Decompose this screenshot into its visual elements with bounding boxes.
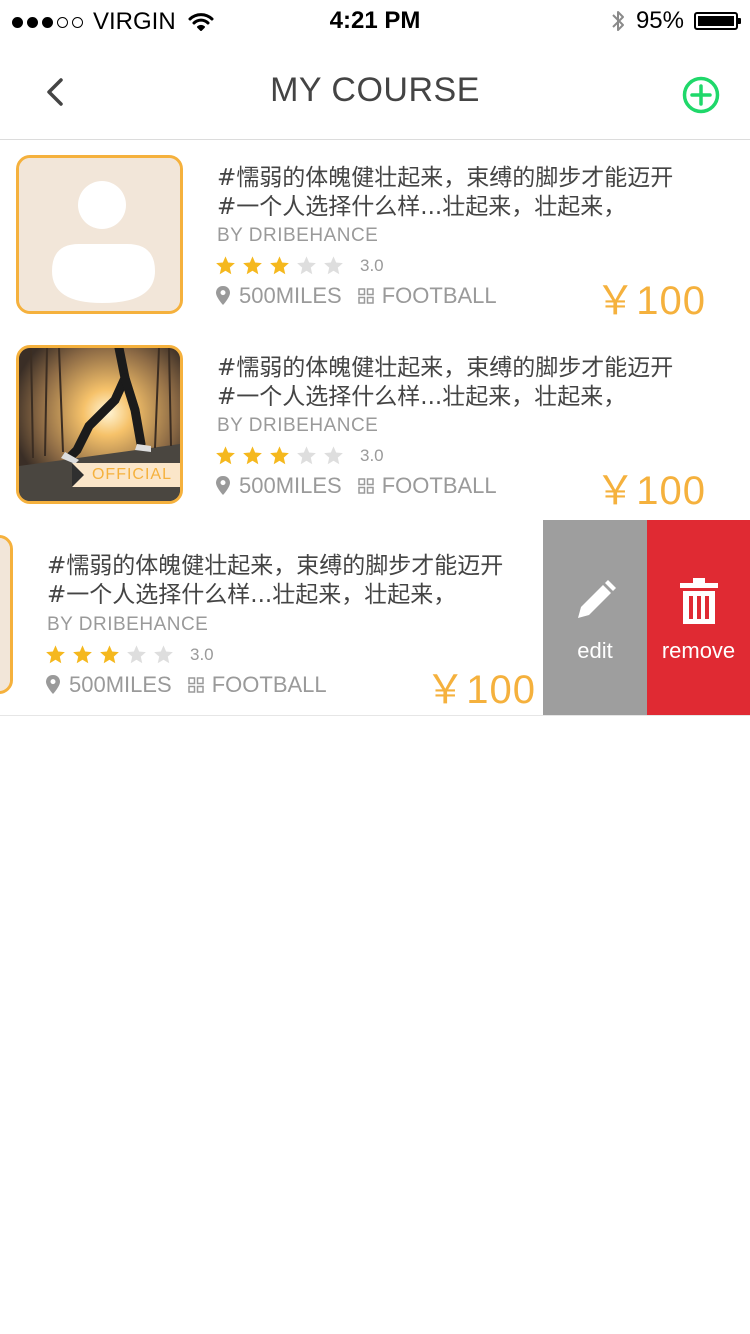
star-rating: 3.0 [215, 255, 384, 276]
status-bar: VIRGIN 4:21 PM 95% [0, 0, 750, 44]
star-empty-icon [297, 446, 316, 465]
avatar-placeholder [0, 535, 13, 694]
remove-label: remove [661, 638, 736, 663]
star-filled-icon [243, 256, 262, 275]
star-empty-icon [154, 645, 173, 664]
edit-label: edit [577, 638, 613, 663]
star-empty-icon [324, 256, 343, 275]
course-price: ￥100 [595, 469, 706, 513]
official-badge: OFFICIAL [71, 463, 180, 487]
status-right: 95% [610, 7, 741, 35]
page-title: MY COURSE [270, 71, 480, 109]
runner-photo: OFFICIAL [16, 345, 183, 504]
location-pin-icon [46, 675, 60, 694]
course-description: #懦弱的体魄健壮起来，束缚的脚步才能迈开 #一个人选择什么样...壮起来，壮起来… [217, 164, 737, 222]
course-price: ￥100 [595, 279, 706, 323]
course-category: FOOTBALL [211, 672, 327, 697]
location-pin-icon [216, 286, 230, 305]
battery-icon [694, 12, 741, 30]
star-filled-icon [100, 645, 119, 664]
star-rating: 3.0 [215, 445, 384, 466]
course-description: #懦弱的体魄健壮起来，束缚的脚步才能迈开 #一个人选择什么样...壮起来，壮起来… [217, 354, 737, 412]
grid-icon [357, 288, 374, 304]
plus-circle-icon[interactable] [682, 76, 720, 114]
grid-icon [357, 478, 374, 494]
course-meta: 500MILES FOOTBALL [215, 283, 497, 309]
description-line: #懦弱的体魄健壮起来，束缚的脚步才能迈开 [217, 355, 674, 381]
course-price: ￥100 [425, 668, 536, 712]
course-meta: 500MILES FOOTBALL [215, 473, 497, 499]
course-author: BY DRIBEHANCE [217, 225, 379, 246]
course-category: FOOTBALL [381, 283, 497, 308]
course-category: FOOTBALL [381, 473, 497, 498]
pencil-icon [578, 580, 616, 618]
avatar-placeholder [16, 155, 183, 314]
course-row[interactable]: #懦弱的体魄健壮起来，束缚的脚步才能迈开 #一个人选择什么样...壮起来，壮起来… [0, 140, 750, 331]
location-pin-icon [216, 476, 230, 495]
trash-icon [679, 578, 718, 624]
description-line: #懦弱的体魄健壮起来，束缚的脚步才能迈开 [217, 165, 674, 191]
description-line: #一个人选择什么样...壮起来，壮起来， [217, 194, 627, 220]
star-filled-icon [216, 256, 235, 275]
course-description: #懦弱的体魄健壮起来，束缚的脚步才能迈开 #一个人选择什么样...壮起来，壮起来… [47, 552, 567, 610]
star-filled-icon [73, 645, 92, 664]
star-empty-icon [127, 645, 146, 664]
star-empty-icon [324, 446, 343, 465]
course-distance: 500MILES [69, 672, 172, 697]
course-author: BY DRIBEHANCE [47, 614, 209, 635]
course-distance: 500MILES [239, 473, 342, 498]
course-author: BY DRIBEHANCE [217, 415, 379, 436]
rating-value: 3.0 [360, 445, 384, 465]
course-meta: 500MILES FOOTBALL [45, 672, 327, 698]
star-filled-icon [46, 645, 65, 664]
star-rating: 3.0 [45, 644, 214, 665]
description-line: #一个人选择什么样...壮起来，壮起来， [217, 384, 627, 410]
grid-icon [187, 677, 204, 693]
battery-percent: 95% [635, 7, 684, 34]
description-line: #一个人选择什么样...壮起来，壮起来， [47, 582, 457, 608]
rating-value: 3.0 [190, 644, 214, 664]
star-filled-icon [270, 256, 289, 275]
star-filled-icon [243, 446, 262, 465]
remove-button[interactable]: remove [647, 520, 750, 715]
star-empty-icon [297, 256, 316, 275]
course-distance: 500MILES [239, 283, 342, 308]
star-filled-icon [270, 446, 289, 465]
course-row-swiped[interactable]: #懦弱的体魄健壮起来，束缚的脚步才能迈开 #一个人选择什么样...壮起来，壮起来… [0, 520, 750, 716]
edit-button[interactable]: edit [543, 520, 647, 715]
star-filled-icon [216, 446, 235, 465]
description-line: #懦弱的体魄健壮起来，束缚的脚步才能迈开 [47, 553, 504, 579]
bluetooth-icon [612, 11, 624, 31]
course-row[interactable]: OFFICIAL #懦弱的体魄健壮起来，束缚的脚步才能迈开 #一个人选择什么样.… [0, 330, 750, 521]
rating-value: 3.0 [360, 255, 384, 275]
navigation-bar: MY COURSE [0, 44, 750, 140]
